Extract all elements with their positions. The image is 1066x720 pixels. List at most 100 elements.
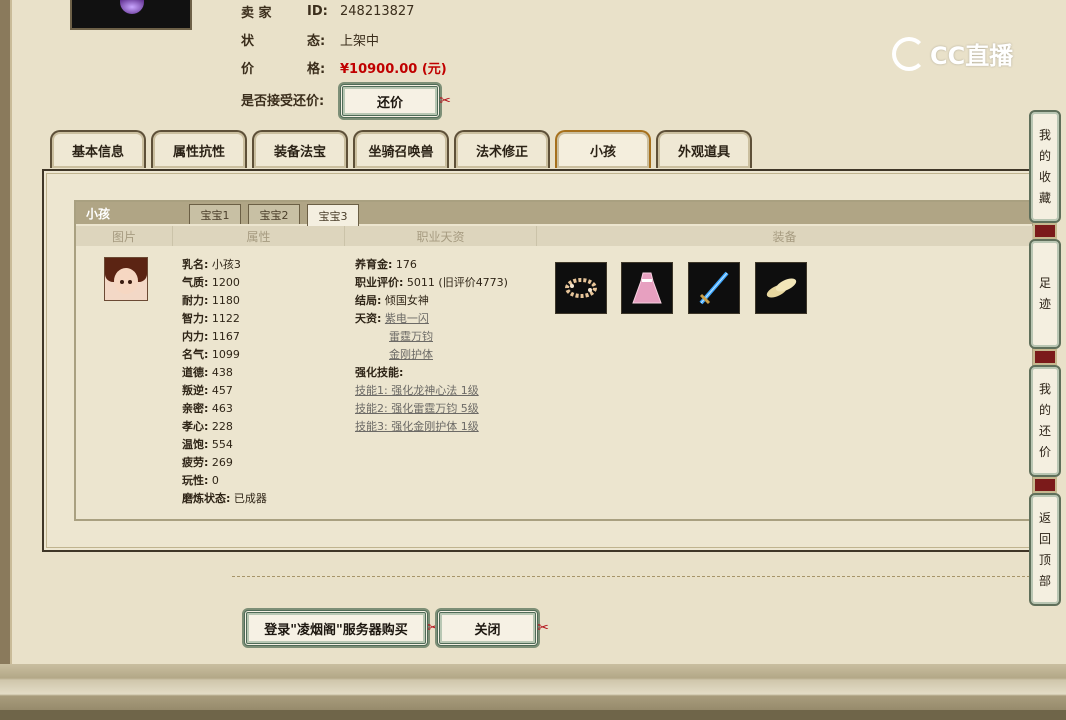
attr-row: 叛逆: 457: [182, 382, 267, 400]
attr-value: 1200: [211, 276, 240, 289]
sidebar-char: 的: [1038, 403, 1051, 417]
attr-row: 疲劳: 269: [182, 454, 267, 472]
attr-row: 磨炼状态: 已成器: [182, 490, 267, 508]
blue-sword-icon: [699, 271, 729, 305]
subtab-label: 宝宝2: [259, 208, 289, 222]
attr-row: 玩性: 0: [182, 472, 267, 490]
status-label-2: 态:: [307, 33, 326, 49]
attr-value: 0: [211, 474, 219, 487]
attr-key: 气质:: [182, 276, 209, 289]
subtab-baby-3[interactable]: 宝宝3: [307, 204, 359, 226]
portrait-eye: [120, 280, 124, 284]
attr-value: 1167: [211, 330, 240, 343]
close-button[interactable]: 关闭 ✂: [437, 610, 549, 646]
talent-key: 养育金:: [355, 258, 393, 271]
portrait-face: [114, 268, 138, 294]
sidebar-char: 迹: [1038, 297, 1051, 311]
counter-offer-button[interactable]: 还价 ✂: [340, 84, 451, 118]
sidebar-my-offers[interactable]: 我 的 还 价: [1029, 365, 1061, 477]
left-frame: [0, 0, 12, 680]
sidebar-char: 顶: [1038, 552, 1051, 567]
tab-label: 外观道具: [677, 144, 730, 160]
attr-row: 耐力: 1180: [182, 292, 267, 310]
seller-id: 248213827: [340, 3, 415, 19]
attr-key: 内力:: [182, 330, 209, 343]
skill-row: 技能3: 强化金刚护体 1级: [355, 418, 508, 436]
tab-appearance-items[interactable]: 外观道具: [656, 130, 752, 168]
sidebar-favorites[interactable]: 我 的 收 藏: [1029, 110, 1061, 223]
price-label-2: 格:: [307, 61, 326, 77]
tab-basic-info[interactable]: 基本信息: [50, 130, 146, 168]
subtab-baby-1[interactable]: 宝宝1: [189, 204, 241, 224]
tab-label: 基本信息: [71, 144, 124, 160]
cc-live-logo: CC直播: [892, 36, 1013, 71]
skill-link[interactable]: 技能2: 强化雷霆万钧 5级: [355, 402, 479, 415]
attr-row: 气质: 1200: [182, 274, 267, 292]
attr-value: 457: [211, 384, 233, 397]
attr-row: 亲密: 463: [182, 400, 267, 418]
skill-link[interactable]: 技能1: 强化龙神心法 1级: [355, 384, 479, 397]
status-value: 上架中: [340, 33, 380, 49]
login-buy-button[interactable]: 登录"凌烟阁"服务器购买 ✂: [244, 610, 439, 646]
sidebar-char: 价: [1038, 445, 1051, 459]
attr-key: 耐力:: [182, 294, 209, 307]
sidebar-back-to-top[interactable]: 返 回 顶 部: [1029, 493, 1061, 606]
tab-spell-correction[interactable]: 法术修正: [454, 130, 550, 168]
sidebar-char: 藏: [1038, 190, 1051, 205]
attr-value: 269: [211, 456, 233, 469]
tab-label: 属性抗性: [172, 144, 225, 160]
attr-key: 乳名:: [182, 258, 209, 271]
equipment-slot-3[interactable]: [688, 262, 740, 314]
tab-label: 坐骑召唤兽: [368, 144, 434, 160]
talent-row: 天资: 紫电一闪: [355, 310, 508, 328]
tab-equipment[interactable]: 装备法宝: [252, 130, 348, 168]
sidebar-connector: [1033, 477, 1057, 493]
seller-label: 卖 家: [241, 5, 272, 21]
skill-row: 技能2: 强化雷霆万钧 5级: [355, 400, 508, 418]
attr-key: 亲密:: [182, 402, 209, 415]
tab-mounts-summons[interactable]: 坐骑召唤兽: [353, 130, 449, 168]
sidebar-char: 我: [1038, 127, 1051, 142]
attr-value: 已成器: [233, 492, 267, 505]
knot-icon: ✂: [439, 93, 451, 109]
talent-row: 结局: 倾国女神: [355, 292, 508, 310]
seller-row: 卖 家 ID: 248213827: [241, 1, 414, 21]
price-value: ¥10900.00 (元): [340, 61, 447, 77]
sidebar-history[interactable]: 足 迹: [1029, 239, 1061, 349]
shoes-icon: [766, 278, 797, 298]
talent-key: 天资:: [355, 312, 382, 325]
child-panel: 小孩 宝宝1 宝宝2 宝宝3 图片 属性 职业天资 装备 乳名: 小孩3 气质:…: [74, 200, 1034, 521]
skills-key: 强化技能:: [355, 366, 404, 379]
divider: [232, 576, 1040, 577]
attr-value: 1099: [211, 348, 240, 361]
talent-row: 强化技能:: [355, 364, 508, 382]
subtab-baby-2[interactable]: 宝宝2: [248, 204, 300, 224]
talent-value: 176: [395, 258, 417, 271]
talent-row: 养育金: 176: [355, 256, 508, 274]
talent-row: 雷霆万钧: [355, 328, 508, 346]
subtab-label: 宝宝3: [318, 209, 348, 223]
sidebar-char: 部: [1038, 573, 1051, 588]
talent-link[interactable]: 金刚护体: [389, 348, 433, 361]
cc-logo-text: CC直播: [930, 42, 1014, 70]
column-header-equipment: 装备: [537, 226, 1033, 246]
tab-child[interactable]: 小孩: [555, 130, 651, 168]
skill-link[interactable]: 技能3: 强化金刚护体 1级: [355, 420, 479, 433]
talent-link[interactable]: 雷霆万钧: [389, 330, 433, 343]
status-row: 状 态: 上架中: [241, 29, 379, 49]
talent-row: 金刚护体: [355, 346, 508, 364]
column-header-attributes: 属性: [173, 226, 345, 246]
equipment-slot-4[interactable]: [755, 262, 807, 314]
attr-value: 1122: [211, 312, 240, 325]
equipment-slot-2[interactable]: [621, 262, 673, 314]
attr-key: 名气:: [182, 348, 209, 361]
talent-list: 养育金: 176 职业评价: 5011 (旧评价4773) 结局: 倾国女神 天…: [355, 256, 508, 436]
attr-row: 温饱: 554: [182, 436, 267, 454]
equipment-slot-1[interactable]: [555, 262, 607, 314]
talent-link[interactable]: 紫电一闪: [385, 312, 429, 325]
attr-key: 叛逆:: [182, 384, 209, 397]
skill-row: 技能1: 强化龙神心法 1级: [355, 382, 508, 400]
talent-key: 结局:: [355, 294, 382, 307]
attr-row: 乳名: 小孩3: [182, 256, 267, 274]
tab-attributes[interactable]: 属性抗性: [151, 130, 247, 168]
